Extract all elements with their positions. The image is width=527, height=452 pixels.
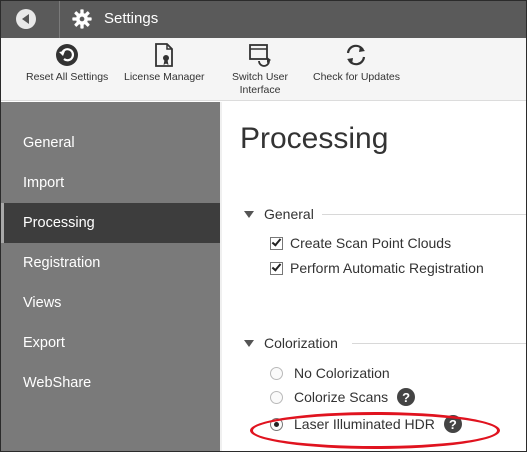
settings-sidebar: General Import Processing Registration V… bbox=[1, 102, 220, 451]
sidebar-item-label: Views bbox=[23, 295, 62, 311]
license-icon bbox=[155, 43, 174, 67]
help-icon[interactable]: ? bbox=[397, 388, 416, 406]
license-manager-label: License Manager bbox=[124, 71, 205, 83]
radio-unselected bbox=[270, 390, 283, 404]
sidebar-item-label: Import bbox=[23, 175, 65, 191]
red-highlight-ellipse bbox=[250, 412, 500, 449]
sidebar-item-registration[interactable]: Registration bbox=[1, 243, 220, 283]
page-title: Processing bbox=[240, 122, 389, 155]
section-colorization-header[interactable]: Colorization bbox=[244, 335, 338, 351]
back-arrow-icon bbox=[16, 9, 36, 29]
main-panel: Processing General Create Scan Point Clo… bbox=[222, 102, 526, 451]
reset-all-settings-label: Reset All Settings bbox=[26, 71, 109, 83]
section-colorization-label: Colorization bbox=[264, 335, 338, 351]
switch-ui-icon bbox=[249, 44, 271, 67]
section-general-header[interactable]: General bbox=[244, 206, 314, 222]
create-scan-point-clouds-checkbox[interactable]: Create Scan Point Clouds bbox=[270, 235, 451, 251]
sidebar-item-label: Registration bbox=[23, 255, 101, 271]
perform-automatic-registration-label: Perform Automatic Registration bbox=[290, 260, 484, 276]
switch-user-interface-label-line2: Interface bbox=[239, 84, 281, 96]
sidebar-item-label: Processing bbox=[23, 215, 95, 231]
no-colorization-radio[interactable]: No Colorization bbox=[270, 365, 390, 381]
no-colorization-label: No Colorization bbox=[294, 365, 390, 381]
switch-user-interface-label-line1: Switch User bbox=[232, 71, 289, 83]
create-scan-point-clouds-label: Create Scan Point Clouds bbox=[290, 235, 452, 251]
gear-icon bbox=[72, 9, 92, 29]
chevron-down-icon bbox=[244, 210, 254, 218]
colorize-scans-radio[interactable]: Colorize Scans ? bbox=[270, 388, 416, 406]
window-title: Settings bbox=[104, 10, 159, 27]
toolbar: Reset All Settings License Manager Switc… bbox=[1, 38, 526, 101]
section-general-rule bbox=[322, 214, 526, 215]
reset-all-settings-button[interactable]: Reset All Settings bbox=[26, 42, 108, 84]
sidebar-item-webshare[interactable]: WebShare bbox=[1, 363, 220, 403]
reset-icon bbox=[56, 44, 79, 66]
sidebar-item-views[interactable]: Views bbox=[1, 283, 220, 323]
back-button[interactable] bbox=[10, 7, 42, 31]
sidebar-item-label: Export bbox=[23, 335, 65, 351]
settings-window: Settings Reset All Settings License Mana… bbox=[0, 0, 527, 452]
checkbox-checked bbox=[270, 260, 283, 275]
refresh-icon bbox=[347, 44, 366, 66]
sidebar-item-label: General bbox=[23, 135, 75, 151]
sidebar-item-label: WebShare bbox=[23, 375, 92, 391]
license-manager-button[interactable]: License Manager bbox=[124, 42, 205, 84]
colorize-scans-label: Colorize Scans bbox=[294, 389, 389, 405]
check-for-updates-label: Check for Updates bbox=[313, 71, 400, 83]
chevron-down-icon bbox=[244, 339, 254, 347]
title-separator bbox=[59, 1, 60, 38]
section-colorization-rule bbox=[352, 343, 526, 344]
checkbox-checked bbox=[270, 235, 283, 250]
check-for-updates-button[interactable]: Check for Updates bbox=[313, 42, 400, 84]
perform-automatic-registration-checkbox[interactable]: Perform Automatic Registration bbox=[270, 260, 484, 276]
sidebar-item-export[interactable]: Export bbox=[1, 323, 220, 363]
checkmark-icon bbox=[271, 235, 282, 247]
sidebar-item-import[interactable]: Import bbox=[1, 163, 220, 203]
sidebar-item-general[interactable]: General bbox=[1, 123, 220, 163]
title-bar: Settings bbox=[1, 1, 526, 38]
switch-user-interface-button[interactable]: Switch User Interface bbox=[232, 42, 288, 97]
sidebar-item-processing[interactable]: Processing bbox=[1, 203, 220, 243]
radio-unselected bbox=[270, 366, 283, 380]
section-general-label: General bbox=[264, 206, 314, 222]
checkmark-icon bbox=[271, 260, 282, 272]
